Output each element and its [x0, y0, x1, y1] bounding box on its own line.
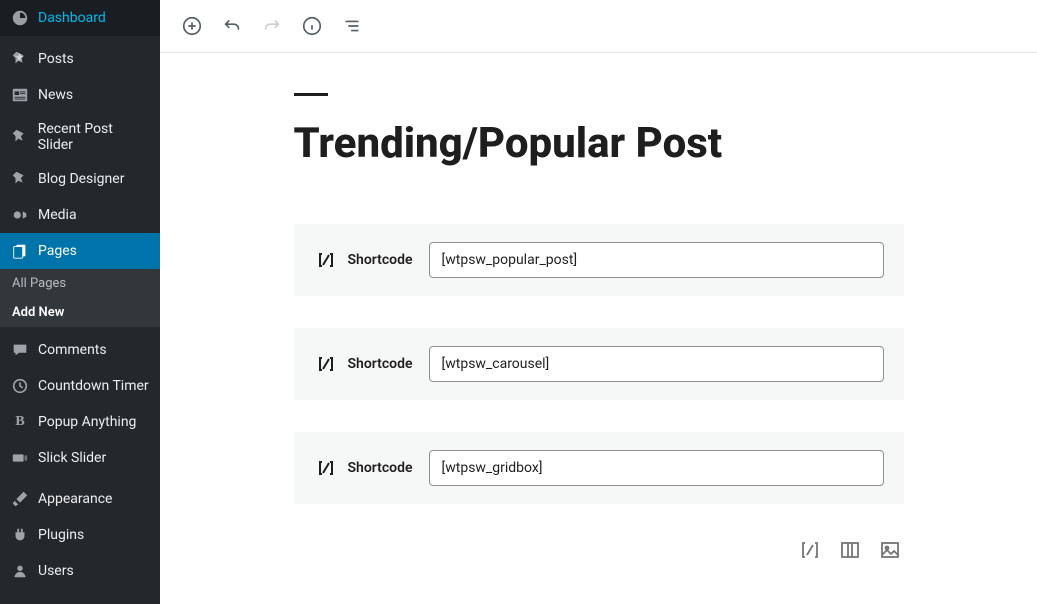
news-icon: [10, 85, 30, 105]
title-divider: [294, 93, 328, 96]
redo-button[interactable]: [256, 10, 288, 42]
user-icon: [10, 561, 30, 581]
inserter-columns-button[interactable]: [836, 536, 864, 564]
shortcode-input[interactable]: [429, 242, 884, 278]
sidebar-item-label: Appearance: [38, 491, 112, 507]
inserter-shortcode-button[interactable]: [796, 536, 824, 564]
sidebar-item-label: Countdown Timer: [38, 378, 149, 394]
slider-icon: [10, 448, 30, 468]
shortcode-label: Shortcode: [348, 356, 413, 372]
sidebar-item-label: Recent Post Slider: [38, 121, 150, 153]
shortcode-icon: [314, 456, 338, 480]
admin-sidebar: Dashboard Posts News Recent Post Slider: [0, 0, 160, 604]
submenu-all-pages[interactable]: All Pages: [0, 269, 160, 298]
sidebar-item-label: Posts: [38, 51, 74, 67]
sidebar-item-users[interactable]: Users: [0, 553, 160, 589]
pin-icon: [10, 49, 30, 69]
shortcode-label: Shortcode: [348, 252, 413, 268]
media-icon: [10, 205, 30, 225]
plug-icon: [10, 525, 30, 545]
sidebar-item-label: Comments: [38, 342, 107, 358]
sidebar-item-label: News: [38, 87, 73, 103]
editor-body: Trending/Popular Post Shortcode: [160, 53, 1037, 604]
sidebar-submenu-pages: All Pages Add New: [0, 269, 160, 327]
sidebar-item-pages[interactable]: Pages: [0, 233, 160, 269]
submenu-add-new[interactable]: Add New: [0, 298, 160, 327]
editor-main: Trending/Popular Post Shortcode: [160, 0, 1037, 604]
inserter-image-button[interactable]: [876, 536, 904, 564]
sidebar-item-countdown-timer[interactable]: Countdown Timer: [0, 368, 160, 404]
shortcode-input[interactable]: [429, 450, 884, 486]
sidebar-item-blog-designer[interactable]: Blog Designer: [0, 161, 160, 197]
brush-icon: [10, 489, 30, 509]
sidebar-item-label: Users: [38, 563, 74, 579]
sidebar-item-popup-anything[interactable]: B Popup Anything: [0, 404, 160, 440]
sidebar-item-news[interactable]: News: [0, 77, 160, 113]
editor-toolbar: [160, 0, 1037, 53]
shortcode-label: Shortcode: [348, 460, 413, 476]
sidebar-item-label: Popup Anything: [38, 414, 136, 430]
comments-icon: [10, 340, 30, 360]
sidebar-item-label: Slick Slider: [38, 450, 106, 466]
sidebar-item-media[interactable]: Media: [0, 197, 160, 233]
shortcode-block[interactable]: Shortcode: [294, 432, 904, 504]
clock-icon: [10, 376, 30, 396]
page-title[interactable]: Trending/Popular Post: [294, 120, 904, 168]
shortcode-input[interactable]: [429, 346, 884, 382]
pages-icon: [10, 241, 30, 261]
info-button[interactable]: [296, 10, 328, 42]
sidebar-item-label: Media: [38, 207, 77, 223]
undo-button[interactable]: [216, 10, 248, 42]
sidebar-item-posts[interactable]: Posts: [0, 41, 160, 77]
sidebar-item-label: Dashboard: [38, 10, 106, 26]
outline-button[interactable]: [336, 10, 368, 42]
sidebar-item-comments[interactable]: Comments: [0, 332, 160, 368]
bold-icon: B: [10, 412, 30, 432]
sidebar-item-label: Blog Designer: [38, 171, 124, 187]
sidebar-item-label: Plugins: [38, 527, 84, 543]
shortcode-block[interactable]: Shortcode: [294, 224, 904, 296]
sidebar-item-slick-slider[interactable]: Slick Slider: [0, 440, 160, 476]
sidebar-item-label: Pages: [38, 243, 77, 259]
block-inserter: [294, 536, 904, 584]
shortcode-icon: [314, 352, 338, 376]
sidebar-item-recent-post-slider[interactable]: Recent Post Slider: [0, 113, 160, 161]
pin-icon: [10, 169, 30, 189]
sidebar-item-dashboard[interactable]: Dashboard: [0, 0, 160, 36]
shortcode-icon: [314, 248, 338, 272]
shortcode-block[interactable]: Shortcode: [294, 328, 904, 400]
sidebar-item-plugins[interactable]: Plugins: [0, 517, 160, 553]
sidebar-item-appearance[interactable]: Appearance: [0, 481, 160, 517]
pin-icon: [10, 127, 30, 147]
add-block-button[interactable]: [176, 10, 208, 42]
dashboard-icon: [10, 8, 30, 28]
